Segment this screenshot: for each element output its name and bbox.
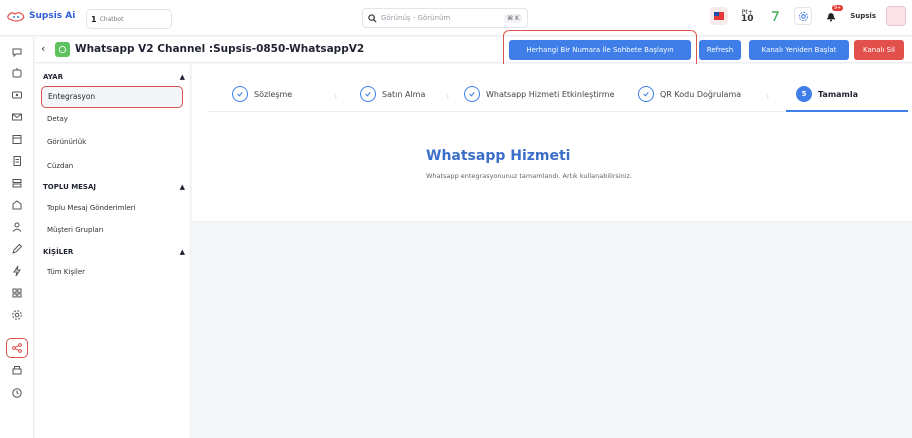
menu-item-toplu-mesaj-gonderimleri[interactable]: Toplu Mesaj Gönderimleri: [47, 204, 135, 212]
calendar-icon[interactable]: [8, 130, 26, 148]
step-label: Sözleşme: [254, 89, 293, 99]
chatbot-count: 1: [91, 14, 97, 24]
section-title: TOPLU MESAJ: [43, 183, 96, 191]
active-step-underline: [786, 110, 908, 112]
menu-item-gorunurluk[interactable]: Görünürlük: [47, 138, 86, 146]
chat-icon[interactable]: [8, 43, 26, 61]
bot-icon[interactable]: [8, 64, 26, 82]
top-bar: Supsis Ai 1 Chatbot Görünüş - Görünüm ⌘ …: [0, 0, 912, 36]
delete-channel-button[interactable]: Kanalı Sil: [854, 40, 904, 60]
package-icon[interactable]: [8, 196, 26, 214]
username[interactable]: Supsis: [850, 12, 876, 20]
avatar[interactable]: [886, 6, 906, 26]
collapse-icon[interactable]: ▲: [180, 183, 185, 191]
section-toplu-mesaj[interactable]: TOPLU MESAJ ▲: [43, 183, 185, 191]
stepper: Sözleşme › Satın Alma › Whatsapp Hizmeti…: [208, 82, 908, 112]
chevron-right-icon: ›: [766, 92, 770, 101]
menu-item-musteri-gruplari[interactable]: Müşteri Grupları: [47, 226, 103, 234]
section-title: KİŞİLER: [43, 248, 74, 256]
step-whatsapp-hizmeti[interactable]: Whatsapp Hizmeti Etkinleştirme: [464, 86, 615, 102]
menu-item-cuzdan[interactable]: Cüzdan: [47, 162, 73, 170]
collapse-icon[interactable]: ▲: [180, 248, 185, 256]
settings-menu: AYAR ▲ Entegrasyon Detay Görünürlük Cüzd…: [35, 64, 191, 438]
search-shortcut: ⌘ K: [504, 13, 522, 23]
step-number: 5: [796, 86, 812, 102]
whatsapp-icon: [55, 42, 70, 57]
chevron-right-icon: ›: [446, 92, 450, 101]
printer-icon[interactable]: [8, 362, 26, 380]
check-icon: [638, 86, 654, 102]
gear-icon[interactable]: [794, 7, 813, 25]
menu-item-label: Entegrasyon: [48, 92, 96, 101]
search-icon: [368, 13, 377, 23]
inbox-icon[interactable]: [8, 86, 26, 104]
menu-item-entegrasyon[interactable]: Entegrasyon: [41, 86, 183, 108]
share-icon[interactable]: [6, 338, 28, 358]
top-actions: Pt+ 10 9+ Supsis: [710, 5, 906, 26]
restart-channel-button[interactable]: Kanalı Yeniden Başlat: [749, 40, 849, 60]
section-title: AYAR: [43, 73, 63, 81]
document-icon[interactable]: [8, 152, 26, 170]
mail-icon[interactable]: [8, 108, 26, 126]
check-icon: [232, 86, 248, 102]
step-label: Satın Alma: [382, 89, 426, 99]
result-title: Whatsapp Hizmeti: [426, 148, 571, 164]
step-label: Whatsapp Hizmeti Etkinleştirme: [486, 89, 615, 99]
app-logo[interactable]: Supsis Ai: [6, 10, 75, 22]
search-bar[interactable]: Görünüş - Görünüm ⌘ K: [362, 8, 528, 28]
bell-icon[interactable]: 9+: [822, 5, 844, 25]
check-icon: [360, 86, 376, 102]
step-sozlesme[interactable]: Sözleşme: [232, 86, 292, 102]
help-icon[interactable]: [766, 7, 784, 25]
points-indicator[interactable]: Pt+ 10: [738, 7, 756, 25]
step-qr-kodu[interactable]: QR Kodu Doğrulama: [638, 86, 741, 102]
page-title: Whatsapp V2 Channel :Supsis-0850-Whatsap…: [75, 43, 365, 55]
chevron-right-icon: ›: [334, 92, 338, 101]
step-label: QR Kodu Doğrulama: [660, 89, 742, 99]
collapse-icon[interactable]: ▲: [180, 73, 185, 81]
step-tamamla[interactable]: 5 Tamamla: [796, 86, 858, 102]
notification-badge: 9+: [831, 5, 844, 11]
result-description: Whatsapp entegrasyonunuz tamamlandı. Art…: [426, 172, 633, 180]
edit-icon[interactable]: [8, 240, 26, 258]
back-arrow-icon[interactable]: ‹: [41, 42, 45, 55]
step-label: Tamamla: [818, 89, 859, 99]
chatbot-label: Chatbot: [99, 15, 124, 23]
menu-item-detay[interactable]: Detay: [47, 115, 68, 123]
users-icon[interactable]: [8, 218, 26, 236]
chatbot-tab[interactable]: 1 Chatbot: [86, 9, 172, 29]
points-value: 10: [740, 14, 754, 24]
main-content: Sözleşme › Satın Alma › Whatsapp Hizmeti…: [192, 64, 912, 222]
search-placeholder: Görünüş - Görünüm: [381, 14, 451, 22]
flag-icon[interactable]: [710, 7, 729, 25]
refresh-button[interactable]: Refresh: [699, 40, 741, 60]
channel-header: ‹ Whatsapp V2 Channel :Supsis-0850-Whats…: [35, 37, 912, 63]
check-icon: [464, 86, 480, 102]
step-satin-alma[interactable]: Satın Alma: [360, 86, 425, 102]
menu-item-tum-kisiler[interactable]: Tüm Kişiler: [47, 268, 85, 276]
section-ayar[interactable]: AYAR ▲: [43, 73, 185, 81]
start-chat-button[interactable]: Herhangi Bir Numara İle Sohbete Başlayın: [509, 40, 691, 60]
logo-icon: [7, 12, 25, 22]
section-kisiler[interactable]: KİŞİLER ▲: [43, 248, 185, 256]
settings-icon[interactable]: [8, 306, 26, 324]
grid-icon[interactable]: [8, 284, 26, 302]
app-name: Supsis Ai: [29, 11, 76, 21]
clock-icon[interactable]: [8, 384, 26, 402]
icon-rail: [0, 37, 34, 438]
list-icon[interactable]: [8, 174, 26, 192]
lightning-icon[interactable]: [8, 262, 26, 280]
